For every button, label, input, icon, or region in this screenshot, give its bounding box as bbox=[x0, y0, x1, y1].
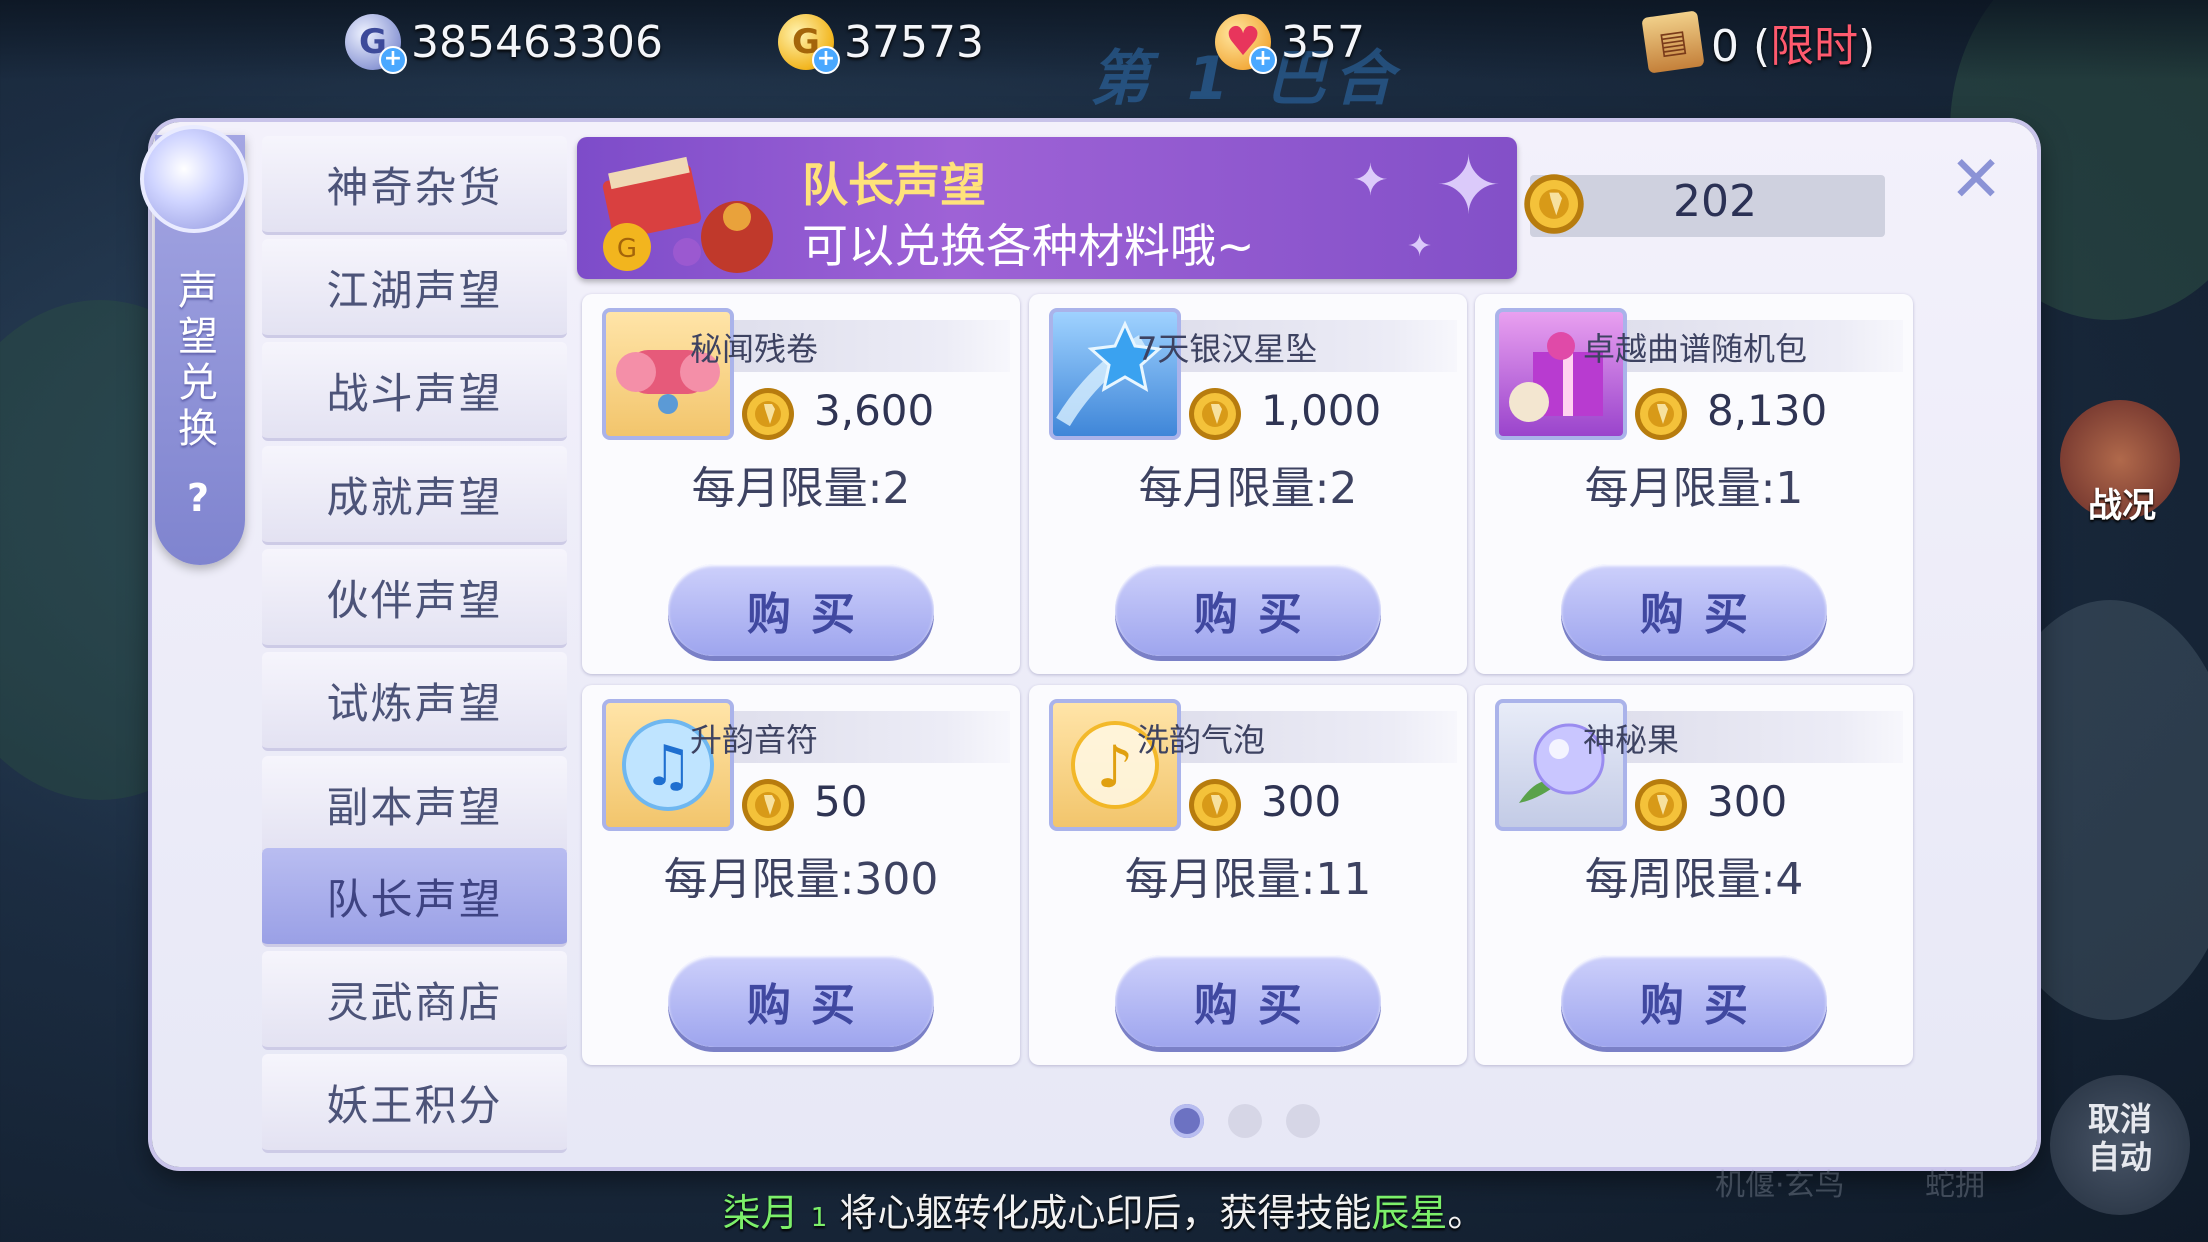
item-limit: 每月限量:2 bbox=[1138, 463, 1358, 514]
tab-shilian-shengwang[interactable]: 试炼声望 bbox=[262, 652, 567, 751]
coin-icon bbox=[1189, 779, 1241, 831]
tab-fuben-shengwang[interactable]: 副本声望 bbox=[262, 756, 567, 855]
item-price: 8,130 bbox=[1707, 386, 1828, 435]
buy-button[interactable]: 购买 bbox=[1561, 564, 1827, 656]
svg-text:G: G bbox=[617, 234, 637, 264]
item-card: 神秘果 300 每周限量:4 购买 bbox=[1475, 685, 1913, 1065]
item-limit: 每月限量:11 bbox=[1124, 854, 1372, 905]
item-name: 洗韵气泡 bbox=[1137, 721, 1266, 759]
tab-duizhang-shengwang[interactable]: 队长声望 bbox=[262, 848, 567, 947]
item-limit: 每月限量:300 bbox=[663, 854, 939, 905]
item-limit: 每月限量:1 bbox=[1584, 463, 1804, 514]
item-name: 神秘果 bbox=[1583, 721, 1680, 759]
add-currency-icon[interactable]: + bbox=[379, 46, 407, 74]
item-card: 卓越曲谱随机包 8,130 每月限量:1 购买 bbox=[1475, 294, 1913, 674]
tab-huoban-shengwang[interactable]: 伙伴声望 bbox=[262, 549, 567, 648]
add-currency-icon[interactable]: + bbox=[812, 46, 840, 74]
item-price: 3,600 bbox=[814, 386, 935, 435]
banner-title: 队长声望 bbox=[802, 158, 986, 212]
heart-currency-icon: ♥ + bbox=[1215, 14, 1277, 74]
tab-lingwu-shangdian[interactable]: 灵武商店 bbox=[262, 951, 567, 1050]
item-price: 300 bbox=[1707, 777, 1788, 826]
coin-icon bbox=[742, 779, 794, 831]
buy-button[interactable]: 购买 bbox=[1115, 564, 1381, 656]
coin-icon bbox=[1635, 388, 1687, 440]
item-card: 7天银汉星坠 1,000 每月限量:2 购买 bbox=[1029, 294, 1467, 674]
item-card: ♫ 升韵音符 50 每月限量:300 购买 bbox=[582, 685, 1020, 1065]
sparkle-icon: ✦ bbox=[1352, 155, 1389, 206]
item-card: 秘闻残卷 3,600 每月限量:2 购买 bbox=[582, 294, 1020, 674]
item-limit: 每月限量:2 bbox=[691, 463, 911, 514]
moon-orb-icon bbox=[140, 125, 248, 233]
g-silver-currency-icon: G + bbox=[345, 14, 407, 74]
silver-g-currency[interactable]: G + 385463306 bbox=[345, 10, 663, 74]
ticket-currency-icon: ▤ bbox=[1641, 10, 1705, 74]
page-dot[interactable] bbox=[1286, 1104, 1320, 1138]
buy-button[interactable]: 购买 bbox=[668, 564, 934, 656]
sparkle-icon: ✦ bbox=[1435, 139, 1503, 232]
ticket-value: 0 (限时) bbox=[1711, 21, 1876, 72]
tab-yaowang-jifen[interactable]: 妖王积分 bbox=[262, 1054, 567, 1153]
page-indicator bbox=[1170, 1104, 1320, 1138]
item-price: 300 bbox=[1261, 777, 1342, 826]
item-card: ♪ 洗韵气泡 300 每月限量:11 购买 bbox=[1029, 685, 1467, 1065]
item-price: 50 bbox=[814, 777, 868, 826]
heart-currency[interactable]: ♥ + 357 bbox=[1215, 10, 1365, 74]
sparkle-icon: ✦ bbox=[1407, 229, 1433, 264]
buy-button[interactable]: 购买 bbox=[1561, 955, 1827, 1047]
close-icon[interactable]: ✕ bbox=[1946, 148, 2006, 212]
balance-value: 202 bbox=[1673, 176, 1757, 227]
tab-chengjiu-shengwang[interactable]: 成就声望 bbox=[262, 446, 567, 545]
tab-shenqi-zahuo[interactable]: 神奇杂货 bbox=[262, 136, 567, 235]
item-name: 卓越曲谱随机包 bbox=[1583, 330, 1808, 368]
item-name: 7天银汉星坠 bbox=[1137, 330, 1318, 368]
item-price: 1,000 bbox=[1261, 386, 1382, 435]
page-dot[interactable] bbox=[1228, 1104, 1262, 1138]
buy-button[interactable]: 购买 bbox=[668, 955, 934, 1047]
add-currency-icon[interactable]: + bbox=[1249, 46, 1277, 74]
item-name: 秘闻残卷 bbox=[690, 330, 819, 368]
buy-button[interactable]: 购买 bbox=[1115, 955, 1381, 1047]
battle-status-label: 战况 bbox=[2088, 486, 2156, 526]
category-banner: G 队长声望 可以兑换各种材料哦~ ✦ ✦ ✦ bbox=[577, 137, 1517, 279]
page-dot[interactable] bbox=[1170, 1104, 1204, 1138]
tab-jianghu-shengwang[interactable]: 江湖声望 bbox=[262, 239, 567, 338]
help-button[interactable]: ? bbox=[172, 472, 224, 524]
gold-g-value: 37573 bbox=[844, 16, 984, 68]
tab-zhandou-shengwang[interactable]: 战斗声望 bbox=[262, 342, 567, 441]
ticket-currency[interactable]: ▤ 0 (限时) bbox=[1641, 10, 1876, 74]
coin-icon bbox=[1524, 174, 1584, 234]
silver-g-value: 385463306 bbox=[411, 16, 663, 68]
cancel-auto-label: 取消自动 bbox=[2087, 1100, 2152, 1176]
battle-tip: 柒月 1 将心躯转化成心印后，获得技能辰星。 bbox=[722, 1191, 1486, 1235]
gift-bundle-icon: G bbox=[602, 156, 773, 273]
coin-icon bbox=[1635, 779, 1687, 831]
coin-icon bbox=[1189, 388, 1241, 440]
svg-text:♪: ♪ bbox=[1096, 733, 1133, 801]
item-name: 升韵音符 bbox=[690, 721, 819, 759]
ribbon-title: 声望兑换 bbox=[178, 268, 218, 452]
item-limit: 每周限量:4 bbox=[1584, 854, 1804, 905]
heart-value: 357 bbox=[1281, 16, 1365, 68]
g-gold-currency-icon: G + bbox=[778, 14, 840, 74]
banner-description: 可以兑换各种材料哦~ bbox=[802, 219, 1255, 273]
gold-g-currency[interactable]: G + 37573 bbox=[778, 10, 984, 74]
svg-text:♫: ♫ bbox=[643, 734, 693, 799]
coin-icon bbox=[742, 388, 794, 440]
